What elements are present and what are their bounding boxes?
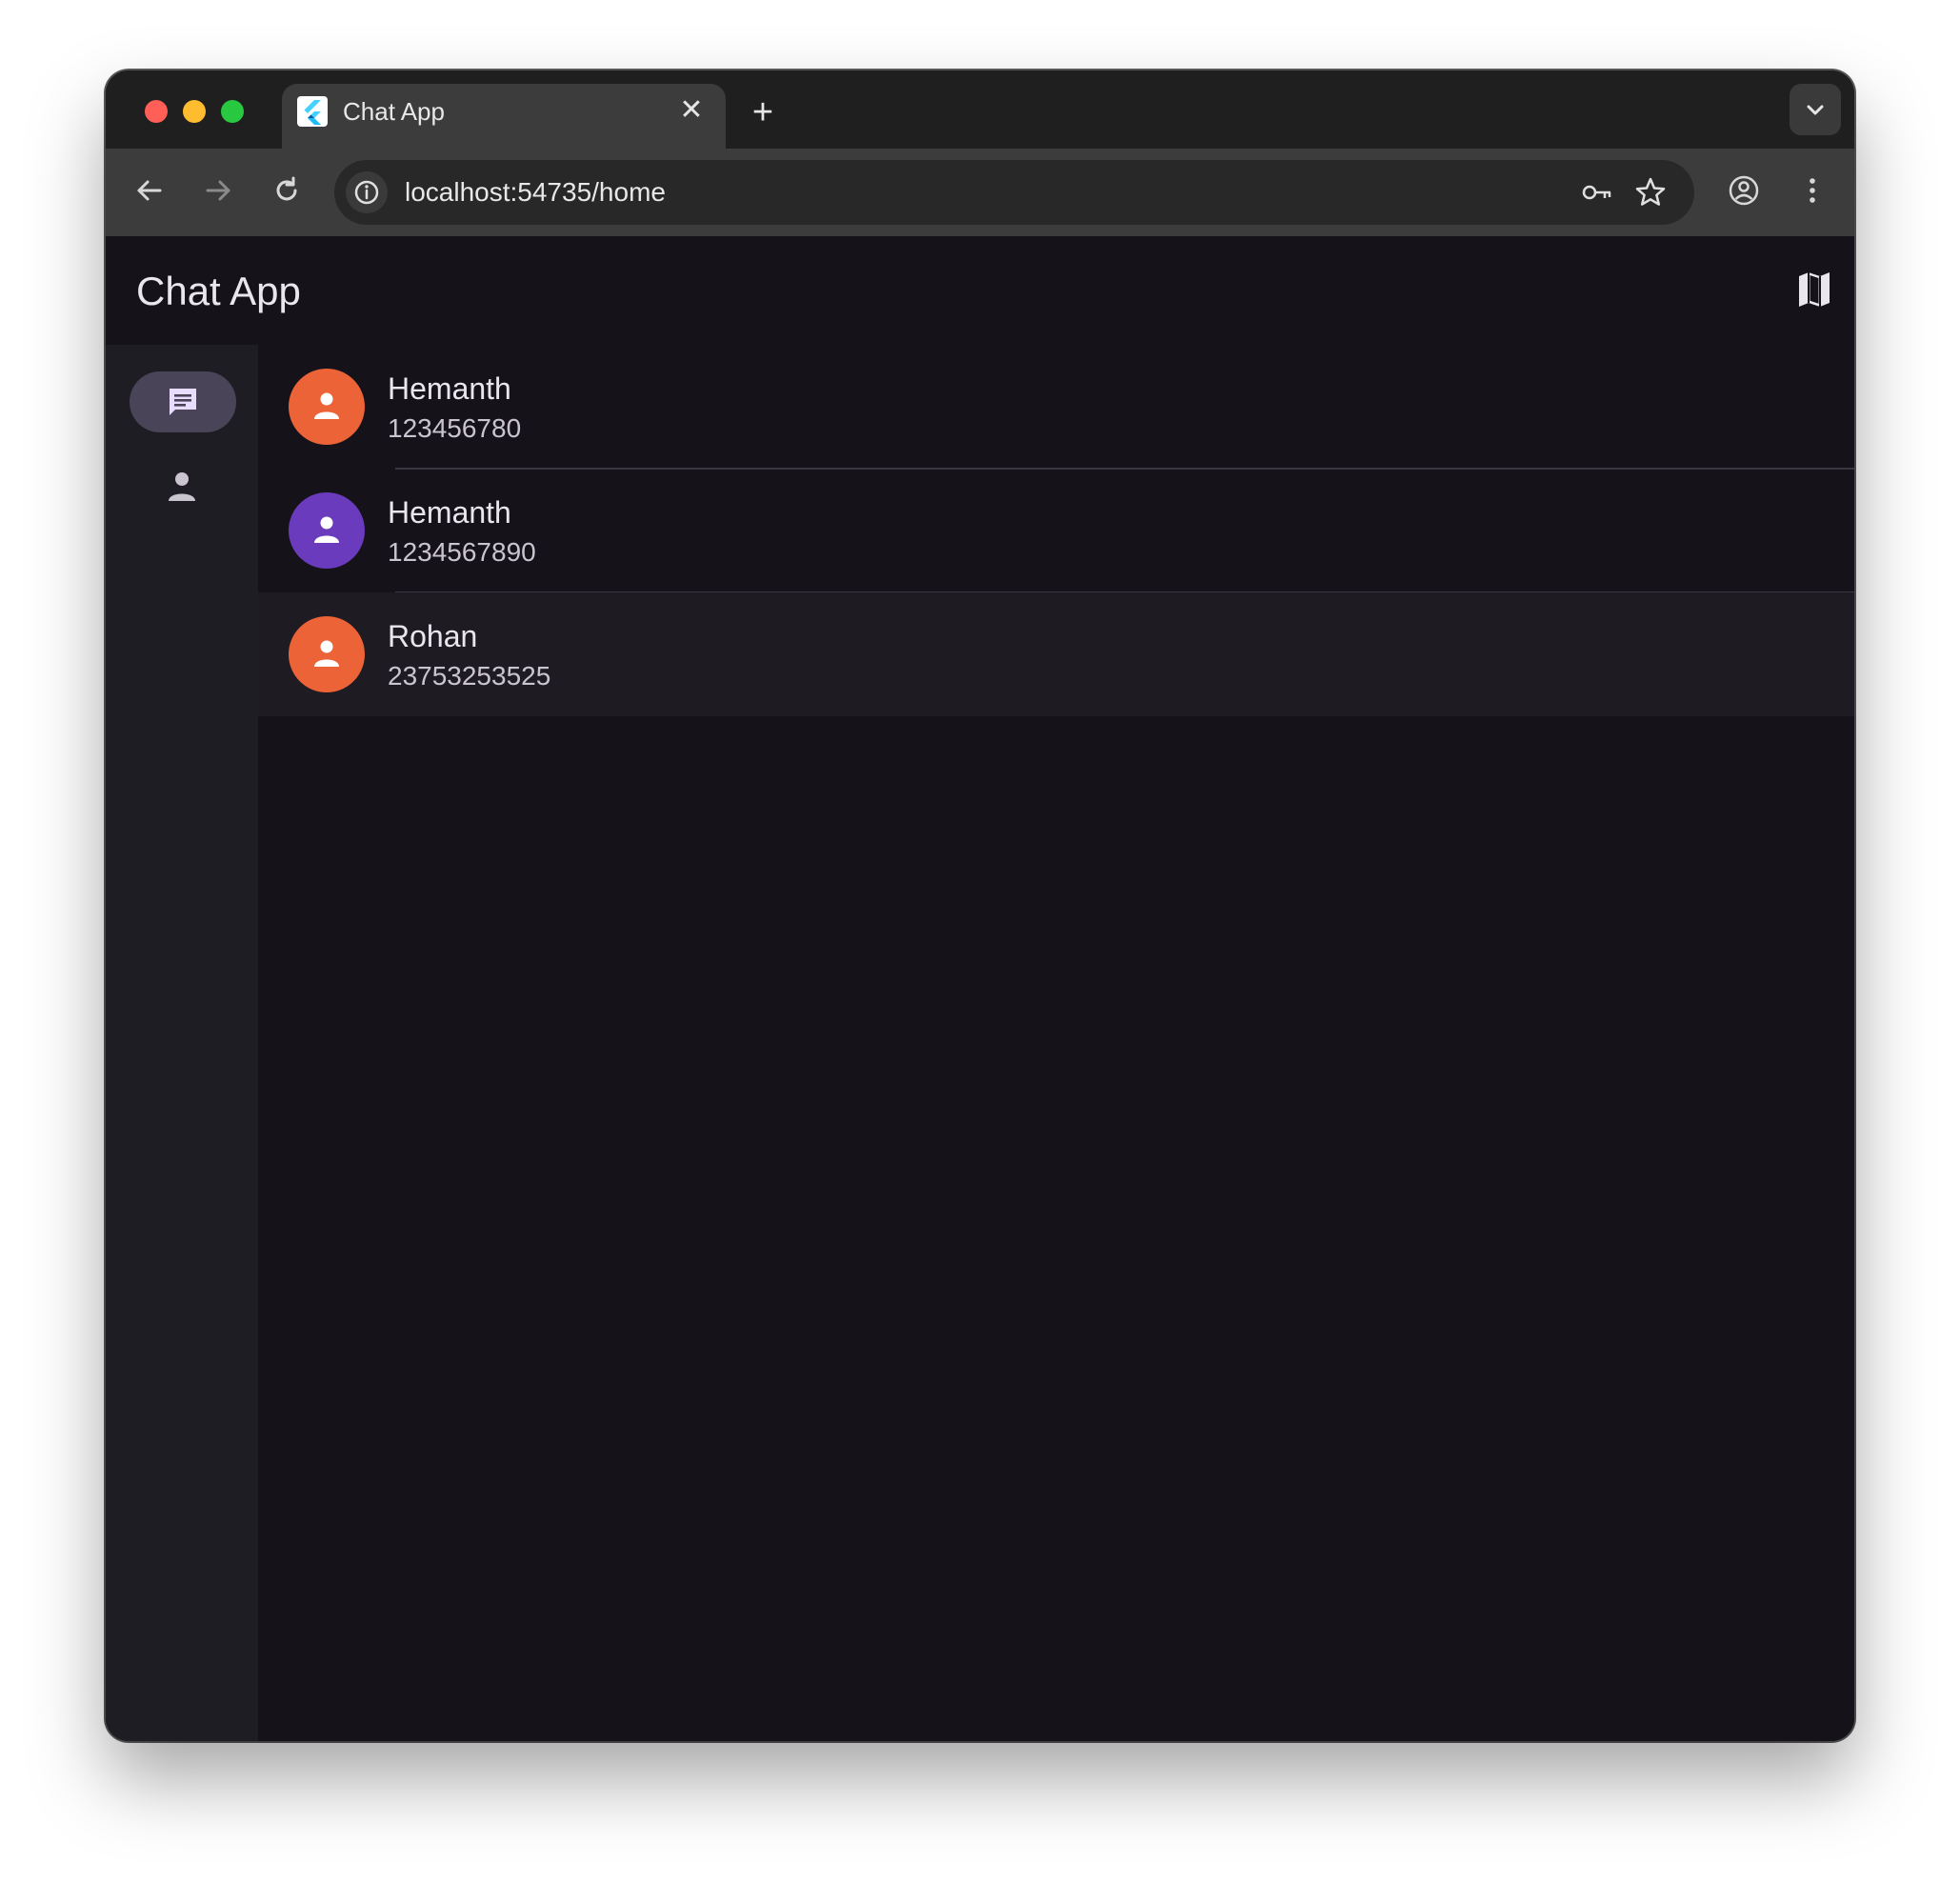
close-icon[interactable]: ✕ xyxy=(674,93,709,128)
contact-phone: 123456780 xyxy=(388,413,522,443)
maximize-window-button[interactable] xyxy=(221,100,244,123)
tab-search-button[interactable] xyxy=(1790,84,1841,135)
browser-window: Chat App ✕ + localhost:54735/home Chat A… xyxy=(106,70,1854,1741)
reload-icon[interactable] xyxy=(266,170,308,211)
navigation-rail xyxy=(106,345,258,1741)
more-menu-icon[interactable] xyxy=(1791,170,1833,211)
contact-phone: 23753253525 xyxy=(388,661,551,691)
app-bar: Chat App xyxy=(106,238,1854,345)
app-content: Chat App Hemanth 123456780 Hemanth 12345… xyxy=(106,238,1854,1741)
person-icon xyxy=(314,392,339,419)
rail-item-chats[interactable] xyxy=(130,371,236,432)
browser-toolbar: localhost:54735/home xyxy=(106,149,1854,236)
site-info-icon[interactable] xyxy=(346,171,388,213)
forward-arrow-icon[interactable] xyxy=(197,170,239,211)
bookmark-star-icon[interactable] xyxy=(1631,173,1670,211)
contact-item[interactable]: Hemanth 123456780 xyxy=(258,345,1854,470)
url-text[interactable]: localhost:54735/home xyxy=(405,174,666,210)
profile-icon[interactable] xyxy=(1723,170,1765,211)
avatar xyxy=(289,616,365,692)
back-arrow-icon[interactable] xyxy=(129,170,170,211)
contact-item[interactable]: Hemanth 1234567890 xyxy=(258,469,1854,593)
key-icon[interactable] xyxy=(1578,173,1616,211)
chat-icon xyxy=(170,389,196,415)
plus-icon[interactable]: + xyxy=(744,93,782,131)
contact-list: Hemanth 123456780 Hemanth 1234567890 Roh… xyxy=(258,345,1854,716)
minimize-window-button[interactable] xyxy=(183,100,206,123)
contact-name: Rohan xyxy=(388,619,478,653)
person-icon[interactable] xyxy=(159,465,205,511)
close-window-button[interactable] xyxy=(145,100,168,123)
address-bar[interactable]: localhost:54735/home xyxy=(334,160,1694,225)
chevron-down-icon xyxy=(1807,105,1824,115)
person-icon xyxy=(314,640,339,667)
tab-strip: Chat App ✕ + xyxy=(106,70,1854,149)
contact-phone: 1234567890 xyxy=(388,537,536,567)
person-icon xyxy=(314,516,339,543)
map-icon[interactable] xyxy=(1791,267,1837,312)
flutter-favicon-icon xyxy=(297,96,328,127)
tab-title: Chat App xyxy=(343,97,445,126)
page-title: Chat App xyxy=(136,269,301,313)
avatar xyxy=(289,492,365,569)
avatar xyxy=(289,369,365,445)
contact-name: Hemanth xyxy=(388,495,511,530)
contact-name: Hemanth xyxy=(388,371,511,406)
browser-tab[interactable]: Chat App ✕ xyxy=(282,84,726,149)
contact-item[interactable]: Rohan 23753253525 xyxy=(258,592,1854,716)
